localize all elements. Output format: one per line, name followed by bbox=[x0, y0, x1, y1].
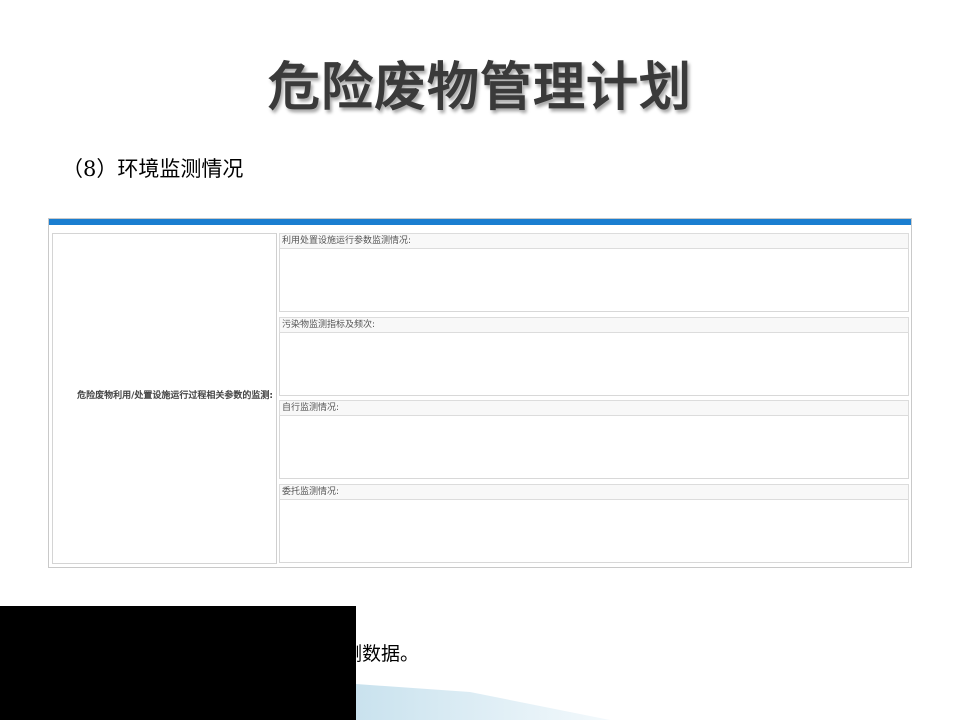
footer-note: 注：详细监测情况需附件附环境监测数据。 bbox=[58, 643, 420, 665]
decor-pale-band bbox=[356, 684, 610, 720]
